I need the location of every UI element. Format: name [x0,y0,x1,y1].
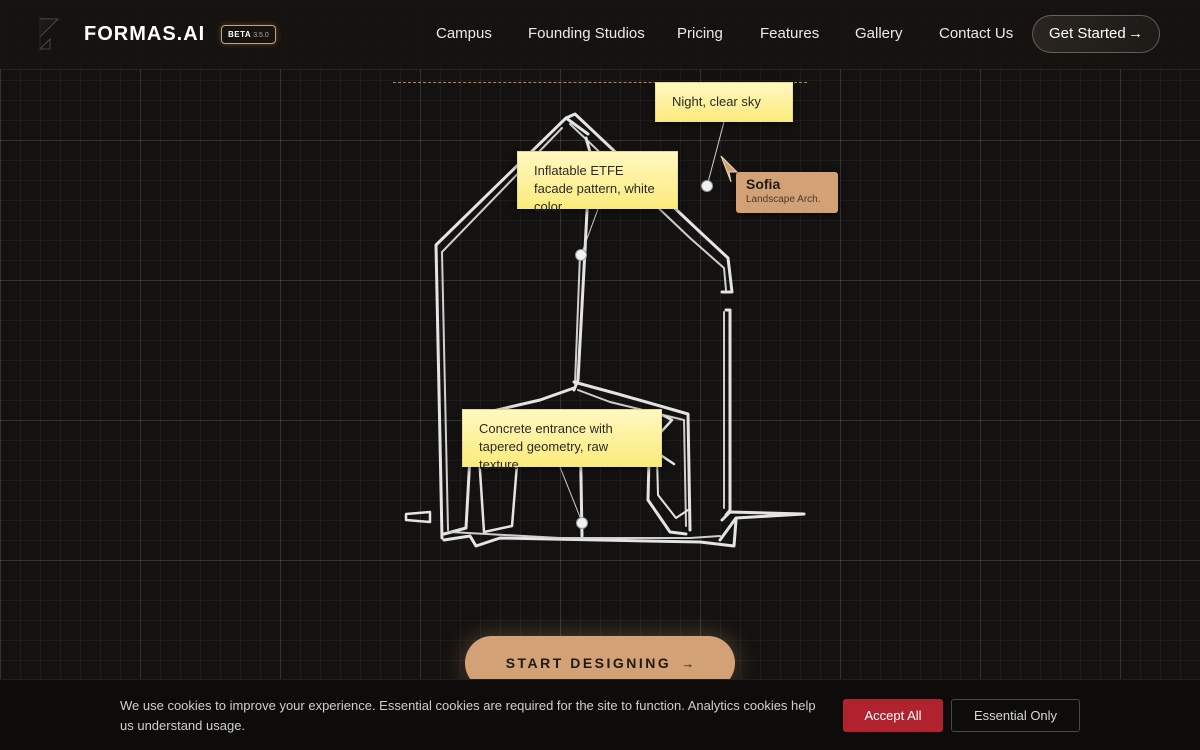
note-facade[interactable]: Inflatable ETFE facade pattern, white co… [517,151,678,214]
essential-only-button[interactable]: Essential Only [951,699,1080,732]
note-sky[interactable]: Night, clear sky [655,82,793,122]
leader-facade [580,208,599,256]
collaborator-tag: Sofia Landscape Arch. [736,172,838,213]
start-designing-label: START DESIGNING [505,655,672,671]
anchor-sky [701,180,713,192]
cookie-banner: We use cookies to improve your experienc… [0,679,1200,750]
sketch-ground-right [718,510,806,542]
anchor-facade [575,249,587,261]
leader-sky [706,121,725,187]
sketch-ground [442,518,738,548]
sketch-right-wall [724,308,732,517]
anchor-concrete [576,517,588,529]
sketch-diag-2 [660,454,676,466]
collaborator-role: Landscape Arch. [746,194,821,205]
sketch-ground-left [404,510,432,524]
arrow-right-icon: → [681,656,695,671]
collaborator-cursor-icon [720,155,739,183]
note-concrete[interactable]: Concrete entrance with tapered geometry,… [462,409,662,472]
accept-all-button[interactable]: Accept All [843,699,943,732]
cookie-message: We use cookies to improve your experienc… [120,698,816,733]
collaborator-name: Sofia [746,176,781,192]
leader-concrete [559,466,583,523]
